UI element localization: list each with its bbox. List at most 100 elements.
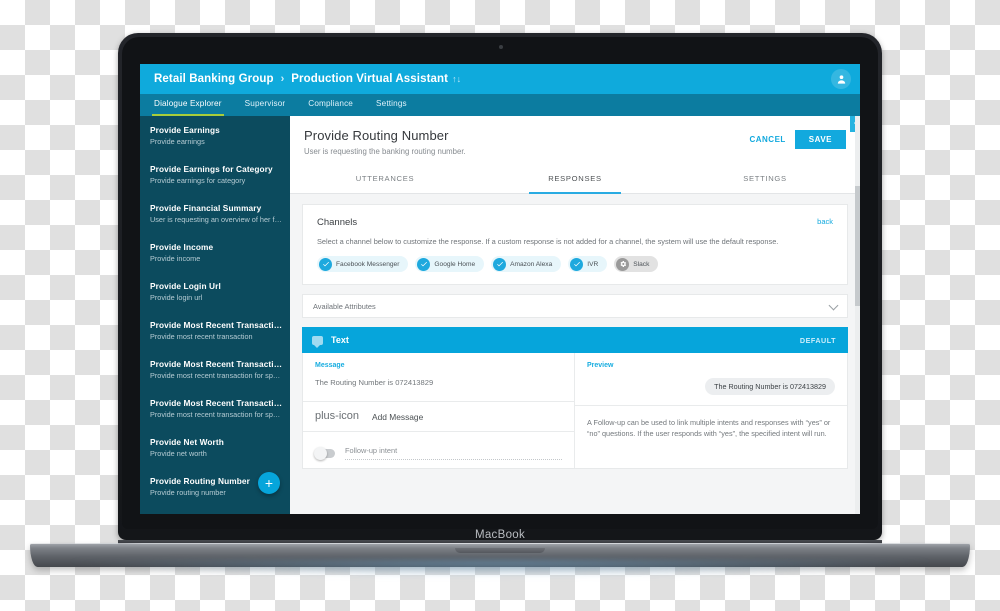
sidebar-item-provide-net-worth[interactable]: Provide Net Worth Provide net worth (140, 428, 290, 467)
followup-intent-underline (345, 459, 562, 460)
sidebar-item-provide-financial-summary[interactable]: Provide Financial Summary User is reques… (140, 194, 290, 233)
channel-chip-label: Facebook Messenger (336, 260, 400, 268)
followup-intent-row: Follow-up intent (303, 432, 574, 468)
available-attributes-label: Available Attributes (313, 301, 376, 311)
content-scrollbar-thumb[interactable] (855, 186, 860, 306)
app-body: Provide Earnings Provide earnings Provid… (140, 116, 860, 514)
app-header: Retail Banking Group › Production Virtua… (140, 64, 860, 94)
check-icon (570, 257, 584, 271)
followup-help-text: A Follow-up can be used to link multiple… (587, 418, 831, 438)
page-header: Provide Routing Number User is requestin… (290, 116, 860, 166)
page-actions: CANCEL SAVE (749, 130, 846, 149)
preview-column: Preview The Routing Number is 072413829 … (575, 353, 847, 468)
sidebar-item-title: Provide Income (150, 242, 214, 252)
chevron-down-icon (828, 300, 839, 311)
check-icon (417, 257, 431, 271)
cancel-button[interactable]: CANCEL (749, 135, 785, 144)
sidebar-item-subtitle: Provide most recent transaction (150, 332, 253, 341)
sidebar-item-subtitle: User is requesting an overview of her fi… (150, 215, 282, 224)
sidebar-item-title: Provide Most Recent Transaction Fo.. (150, 398, 282, 408)
webcam-icon (499, 45, 503, 49)
available-attributes-select[interactable]: Available Attributes (302, 294, 848, 318)
channel-chip-label: Amazon Alexa (510, 260, 553, 268)
add-intent-button[interactable]: + (258, 472, 280, 494)
preview-message-bubble: The Routing Number is 072413829 (705, 378, 835, 395)
channel-chip-ivr[interactable]: IVR (568, 256, 608, 272)
content-scrollbar-track[interactable] (855, 116, 860, 514)
sidebar-item-provide-most-recent-transaction-for-a[interactable]: Provide Most Recent Transaction Fo.. Pro… (140, 350, 290, 389)
sidebar-item-provide-most-recent-transaction-for-b[interactable]: Provide Most Recent Transaction Fo.. Pro… (140, 389, 290, 428)
sidebar-item-subtitle: Provide login url (150, 293, 203, 302)
back-link[interactable]: back (817, 217, 833, 226)
nav-item-dialogue-explorer[interactable]: Dialogue Explorer (152, 94, 224, 116)
sidebar-item-provide-earnings[interactable]: Provide Earnings Provide earnings (140, 116, 290, 155)
message-value[interactable]: The Routing Number is 072413829 (315, 378, 562, 387)
preview-label: Preview (587, 362, 614, 369)
channels-card: Channels back Select a channel below to … (302, 204, 848, 285)
primary-nav: Dialogue Explorer Supervisor Compliance … (140, 94, 860, 116)
sidebar-item-subtitle: Provide income (150, 254, 201, 263)
sidebar-item-provide-income[interactable]: Provide Income Provide income (140, 233, 290, 272)
laptop-reflection-glow (60, 560, 940, 578)
sidebar-item-provide-most-recent-transaction[interactable]: Provide Most Recent Transaction Provide … (140, 311, 290, 350)
followup-intent-label: Follow-up intent (345, 446, 398, 455)
channel-chip-label: IVR (587, 260, 599, 268)
sidebar-item-title: Provide Login Url (150, 281, 221, 291)
laptop-base-notch (455, 548, 545, 553)
message-bubble-icon (312, 335, 323, 348)
message-pane: Message The Routing Number is 072413829 (303, 353, 574, 402)
user-avatar[interactable] (831, 69, 851, 89)
sidebar-item-title: Provide Net Worth (150, 437, 224, 447)
sidebar-item-subtitle: Provide most recent transaction for spec… (150, 410, 282, 419)
channel-chip-slack[interactable]: Slack (614, 256, 659, 272)
sidebar-item-provide-swift-code[interactable]: Provide SWIFT Code Provide swift code (140, 506, 290, 514)
sidebar-item-subtitle: Provide earnings for category (150, 176, 246, 185)
preview-pane: Preview The Routing Number is 072413829 (575, 353, 847, 406)
nav-item-settings[interactable]: Settings (376, 94, 407, 116)
tab-responses[interactable]: RESPONSES (480, 166, 670, 194)
check-icon (319, 257, 332, 271)
text-response-header[interactable]: Text DEFAULT (302, 327, 848, 353)
sidebar-item-provide-earnings-for-category[interactable]: Provide Earnings for Category Provide ea… (140, 155, 290, 194)
channel-chip-label: Google Home (434, 260, 476, 268)
main-content: Provide Routing Number User is requestin… (290, 116, 860, 514)
nav-item-compliance[interactable]: Compliance (308, 94, 353, 116)
breadcrumb-separator-icon: › (280, 73, 285, 85)
sidebar-item-title: Provide Most Recent Transaction Fo.. (150, 359, 282, 369)
followup-intent-field[interactable]: Follow-up intent (345, 446, 562, 460)
channel-chip-google-home[interactable]: Google Home (415, 256, 485, 272)
followup-toggle[interactable] (314, 447, 335, 460)
sidebar-item-subtitle: Provide most recent transaction for spec… (150, 371, 282, 380)
channel-chip-label: Slack (633, 260, 650, 268)
sidebar-item-provide-login-url[interactable]: Provide Login Url Provide login url (140, 272, 290, 311)
application-screen: Retail Banking Group › Production Virtua… (140, 64, 860, 514)
text-response-title: Text (331, 335, 349, 345)
save-button[interactable]: SAVE (794, 130, 846, 149)
message-label: Message (315, 362, 345, 369)
tab-utterances[interactable]: UTTERANCES (290, 166, 480, 193)
breadcrumb-root[interactable]: Retail Banking Group (154, 73, 274, 85)
sidebar-item-title: Provide Earnings for Category (150, 164, 273, 174)
add-message-button[interactable]: plus-icon Add Message (303, 402, 574, 432)
sidebar-item-subtitle: Provide earnings (150, 137, 205, 146)
sidebar-item-title: Provide Financial Summary (150, 203, 262, 213)
plus-icon: plus-icon (315, 410, 360, 422)
gear-icon (616, 257, 630, 271)
sidebar-item-title: Provide Most Recent Transaction (150, 320, 282, 330)
nav-item-supervisor[interactable]: Supervisor (245, 94, 286, 116)
check-icon (493, 257, 507, 271)
tab-settings[interactable]: SETTINGS (670, 166, 860, 193)
content-tabs: UTTERANCES RESPONSES SETTINGS (290, 166, 860, 194)
channels-title: Channels (317, 217, 358, 228)
sidebar-item-subtitle: Provide net worth (150, 449, 207, 458)
default-badge: DEFAULT (799, 335, 836, 345)
channel-chip-amazon-alexa[interactable]: Amazon Alexa (491, 256, 562, 272)
sort-arrows-icon[interactable]: ↑↓ (452, 74, 461, 84)
message-editor-column: Message The Routing Number is 072413829 … (303, 353, 575, 468)
text-response-block: Text DEFAULT Message The Routing Number … (302, 327, 848, 469)
text-response-body: Message The Routing Number is 072413829 … (302, 353, 848, 469)
intent-list-sidebar[interactable]: Provide Earnings Provide earnings Provid… (140, 116, 290, 514)
breadcrumb-current[interactable]: Production Virtual Assistant (291, 73, 448, 85)
channel-chip-facebook-messenger[interactable]: Facebook Messenger (317, 256, 409, 272)
add-message-label: Add Message (372, 411, 424, 422)
